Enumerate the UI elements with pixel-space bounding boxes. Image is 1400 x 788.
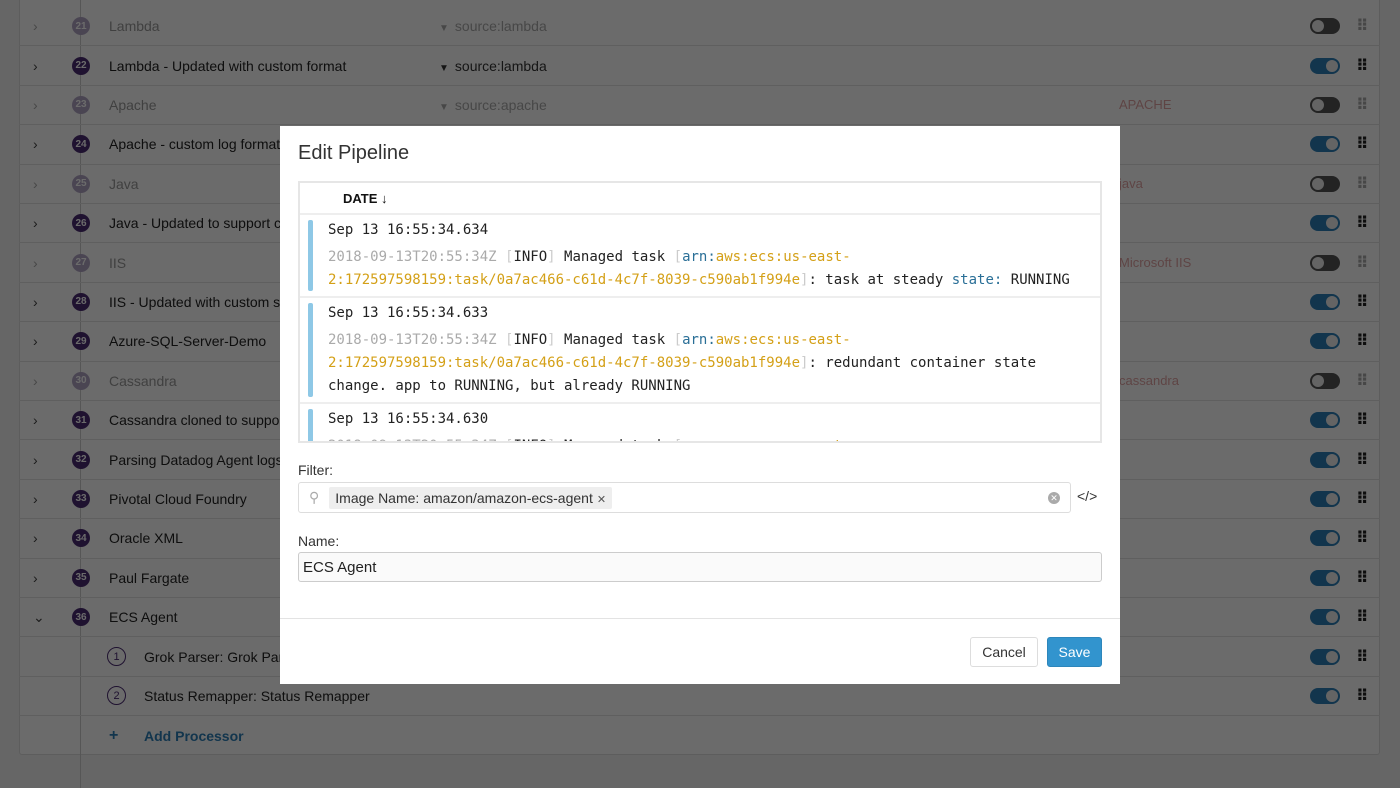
log-level: INFO (513, 438, 547, 441)
bracket: ] (547, 249, 556, 265)
log-text: Managed task (555, 249, 674, 265)
modal-title: Edit Pipeline (298, 142, 410, 164)
log-entry[interactable]: Sep 13 16:55:34.633 2018-09-13T20:55:34Z … (300, 298, 1100, 404)
log-timestamp: 2018-09-13T20:55:34Z (328, 332, 506, 348)
log-date: Sep 13 16:55:34.630 (328, 411, 489, 427)
log-text: Managed task (555, 332, 674, 348)
log-level: INFO (513, 249, 548, 265)
log-message: 2018-09-13T20:55:34Z [ INFO] Managed task… (328, 435, 1090, 441)
log-text: RUNNING (1010, 272, 1070, 288)
attr-key: state: (951, 272, 1011, 288)
bracket: ] (547, 438, 555, 441)
remove-chip-icon[interactable]: ✕ (597, 494, 606, 506)
date-column-header[interactable]: DATE ↓ (300, 183, 1100, 215)
filter-chip-label: Image Name: amazon/amazon-ecs-agent (335, 489, 593, 506)
log-date: Sep 13 16:55:34.633 (328, 305, 489, 321)
name-input[interactable] (298, 552, 1102, 582)
log-timestamp: 2018-09-13T20:55:34Z (328, 249, 506, 265)
edit-pipeline-modal: Edit Pipeline DATE ↓ Sep 13 16:55:34.634… (280, 126, 1120, 684)
name-label: Name: (298, 533, 340, 549)
save-button[interactable]: Save (1047, 637, 1102, 667)
log-entry[interactable]: Sep 13 16:55:34.634 2018-09-13T20:55:34Z … (300, 215, 1100, 298)
log-message: 2018-09-13T20:55:34Z [ INFO] Managed task… (328, 246, 1090, 292)
filter-input[interactable]: ⚲ Image Name: amazon/amazon-ecs-agent ✕ ✕ (298, 482, 1071, 513)
log-text: : task at steady (808, 272, 952, 288)
log-entry[interactable]: Sep 13 16:55:34.630 2018-09-13T20:55:34Z … (300, 404, 1100, 441)
log-text: Managed task (556, 438, 674, 441)
log-timestamp: 2018-09-13T20:55:34Z (328, 438, 505, 441)
filter-chip[interactable]: Image Name: amazon/amazon-ecs-agent ✕ (329, 486, 613, 509)
log-level: INFO (513, 332, 548, 348)
log-date: Sep 13 16:55:34.634 (328, 222, 489, 238)
divider (280, 618, 1120, 619)
cancel-button[interactable]: Cancel (970, 637, 1038, 667)
clear-filter-icon[interactable]: ✕ (1048, 491, 1060, 504)
log-preview[interactable]: DATE ↓ Sep 13 16:55:34.634 2018-09-13T20:… (298, 181, 1102, 443)
attr-key: arn: (682, 249, 716, 265)
attr-key: arn: (682, 438, 716, 441)
attr-value: aws:ecs:us-east- (716, 438, 851, 441)
bracket: [ (674, 438, 682, 441)
code-view-icon[interactable]: </> (1077, 488, 1097, 504)
log-message: 2018-09-13T20:55:34Z [ INFO] Managed task… (328, 329, 1090, 398)
search-icon: ⚲ (309, 489, 320, 505)
bracket: ] (547, 332, 556, 348)
bracket: [ (673, 249, 683, 265)
bracket: [ (673, 332, 683, 348)
filter-label: Filter: (298, 462, 333, 478)
attr-key: arn: (682, 332, 716, 348)
